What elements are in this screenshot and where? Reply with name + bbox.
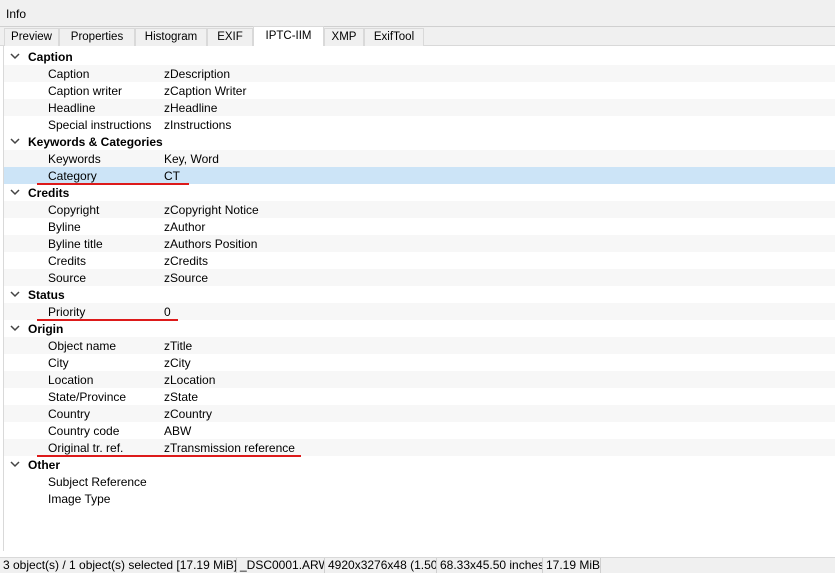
group-label: Origin — [28, 322, 64, 336]
property-name: Image Type — [48, 492, 111, 506]
property-value: zSource — [164, 271, 209, 285]
status-dimensions: 4920x3276x48 (1.50) — [325, 558, 437, 573]
property-row[interactable]: Keywords Key, Word — [4, 150, 835, 167]
status-filename: _DSC0001.ARW — [237, 558, 325, 573]
property-row[interactable]: State/Province zState — [4, 388, 835, 405]
group-label: Status — [28, 288, 65, 302]
property-value: zState — [164, 390, 199, 404]
tab-iptc-iim[interactable]: IPTC-IIM — [253, 26, 324, 47]
property-name: Special instructions — [48, 118, 152, 132]
property-row[interactable]: Location zLocation — [4, 371, 835, 388]
property-row[interactable]: Country zCountry — [4, 405, 835, 422]
group-label: Other — [28, 458, 61, 472]
group-other[interactable]: Other — [4, 456, 835, 473]
property-value: zAuthors Position — [164, 237, 258, 251]
property-name: Country — [48, 407, 91, 421]
property-name: Keywords — [48, 152, 101, 166]
property-row[interactable]: City zCity — [4, 354, 835, 371]
property-row[interactable]: Caption writer zCaption Writer — [4, 82, 835, 99]
property-name: Object name — [48, 339, 117, 353]
property-name: Location — [48, 373, 94, 387]
chevron-down-icon[interactable] — [9, 322, 21, 334]
property-row[interactable]: Source zSource — [4, 269, 835, 286]
tab-exif[interactable]: EXIF — [207, 28, 253, 46]
property-value: zTransmission reference — [164, 441, 295, 455]
status-selection-count: 3 object(s) / 1 object(s) selected [17.1… — [0, 558, 237, 573]
chevron-down-icon[interactable] — [9, 135, 21, 147]
group-credits[interactable]: Credits — [4, 184, 835, 201]
property-name: Source — [48, 271, 87, 285]
tab-histogram[interactable]: Histogram — [135, 28, 207, 46]
property-name: State/Province — [48, 390, 127, 404]
property-name: Byline title — [48, 237, 103, 251]
property-row[interactable]: Object name zTitle — [4, 337, 835, 354]
property-value: zTitle — [164, 339, 193, 353]
status-print-size: 68.33x45.50 inches — [437, 558, 543, 573]
group-label: Keywords & Categories — [28, 135, 163, 149]
property-row[interactable]: Copyright zCopyright Notice — [4, 201, 835, 218]
group-label: Credits — [28, 186, 70, 200]
property-row[interactable]: Original tr. ref. zTransmission referenc… — [4, 439, 835, 456]
property-row[interactable]: Image Type — [4, 490, 835, 507]
group-origin[interactable]: Origin — [4, 320, 835, 337]
property-name: Caption — [48, 67, 90, 81]
property-value: zAuthor — [164, 220, 206, 234]
tab-bar: Preview Properties Histogram EXIF IPTC-I… — [0, 26, 835, 47]
property-value: 0 — [164, 305, 171, 319]
property-row[interactable]: Headline zHeadline — [4, 99, 835, 116]
chevron-down-icon[interactable] — [9, 458, 21, 470]
property-value: zInstructions — [164, 118, 232, 132]
chevron-down-icon[interactable] — [9, 186, 21, 198]
property-value: zCity — [164, 356, 191, 370]
tab-properties[interactable]: Properties — [59, 28, 135, 46]
property-name: Credits — [48, 254, 87, 268]
property-value: CT — [164, 169, 180, 183]
property-row[interactable]: Country code ABW — [4, 422, 835, 439]
property-name: Country code — [48, 424, 120, 438]
property-row[interactable]: Caption zDescription — [4, 65, 835, 82]
property-row[interactable]: Priority 0 — [4, 303, 835, 320]
property-row-selected[interactable]: Category CT — [4, 167, 835, 184]
tab-preview[interactable]: Preview — [4, 28, 59, 46]
property-name: Caption writer — [48, 84, 123, 98]
property-value: Key, Word — [164, 152, 219, 166]
status-bar: 3 object(s) / 1 object(s) selected [17.1… — [0, 557, 835, 573]
property-value: zDescription — [164, 67, 231, 81]
chevron-down-icon[interactable] — [9, 50, 21, 62]
property-value: zCaption Writer — [164, 84, 247, 98]
property-name: Category — [48, 169, 97, 183]
iptc-property-tree: Caption Caption zDescription Caption wri… — [3, 46, 835, 551]
property-name: Subject Reference — [48, 475, 147, 489]
property-name: Original tr. ref. — [48, 441, 124, 455]
group-keywords-categories[interactable]: Keywords & Categories — [4, 133, 835, 150]
property-value: zCopyright Notice — [164, 203, 259, 217]
property-name: City — [48, 356, 69, 370]
property-row[interactable]: Subject Reference — [4, 473, 835, 490]
property-value: zCredits — [164, 254, 209, 268]
property-row[interactable]: Special instructions zInstructions — [4, 116, 835, 133]
info-panel-title-bar: Info — [0, 0, 835, 27]
tab-exiftool[interactable]: ExifTool — [364, 28, 424, 46]
property-value: zHeadline — [164, 101, 218, 115]
group-label: Caption — [28, 50, 73, 64]
property-name: Copyright — [48, 203, 100, 217]
property-value: ABW — [164, 424, 192, 438]
status-file-size: 17.19 MiB — [543, 558, 601, 573]
property-row[interactable]: Byline title zAuthors Position — [4, 235, 835, 252]
group-status[interactable]: Status — [4, 286, 835, 303]
property-name: Headline — [48, 101, 96, 115]
tab-xmp[interactable]: XMP — [324, 28, 364, 46]
property-name: Byline — [48, 220, 81, 234]
property-value: zCountry — [164, 407, 213, 421]
property-value: zLocation — [164, 373, 216, 387]
property-name: Priority — [48, 305, 86, 319]
group-caption[interactable]: Caption — [4, 48, 835, 65]
window-title: Info — [6, 7, 27, 21]
property-row[interactable]: Credits zCredits — [4, 252, 835, 269]
property-row[interactable]: Byline zAuthor — [4, 218, 835, 235]
chevron-down-icon[interactable] — [9, 288, 21, 300]
